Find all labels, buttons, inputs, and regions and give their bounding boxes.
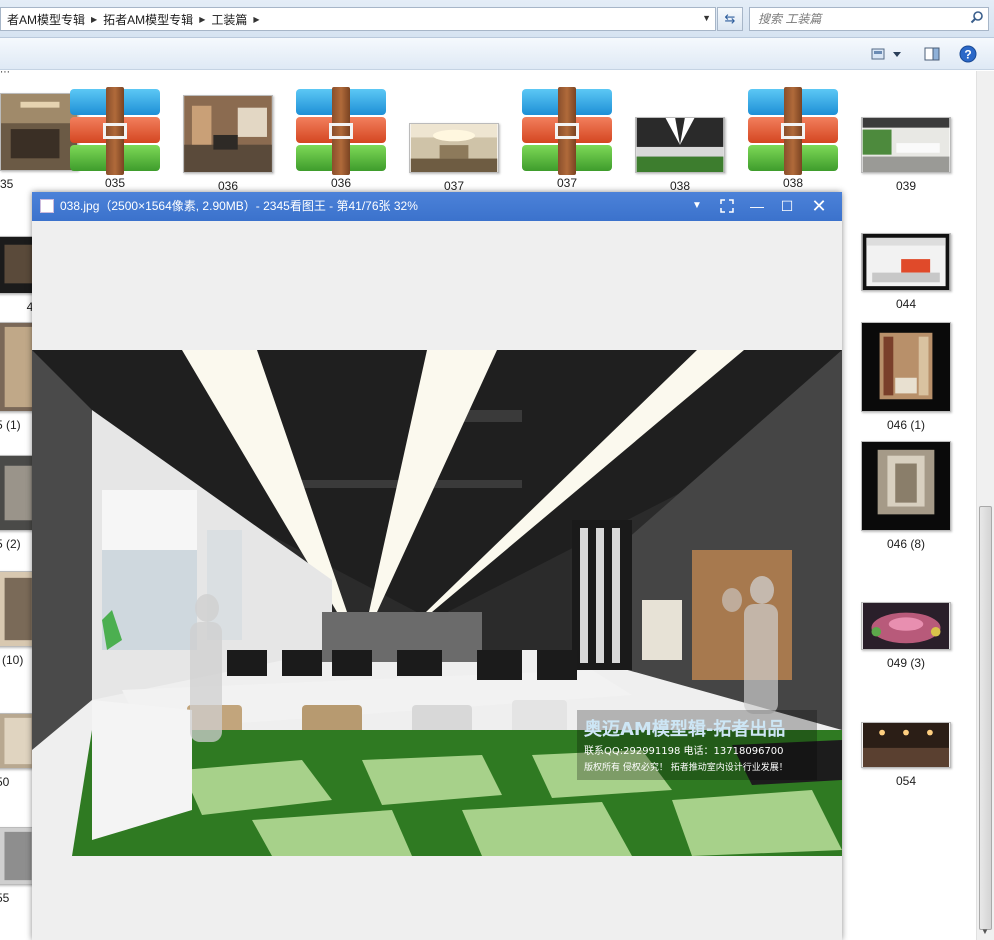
file-name: 037: [443, 179, 465, 193]
list-item[interactable]: 038: [743, 87, 843, 190]
list-item[interactable]: 039: [856, 117, 956, 193]
explorer-toolbar: ?: [0, 38, 994, 70]
file-name: 049 (3): [886, 656, 926, 670]
watermark-copyright: 版权所有 侵权必究！ 拓者推动室内设计行业发展！: [584, 761, 788, 773]
file-name: 036: [217, 179, 239, 193]
breadcrumb-segment[interactable]: 者AM模型专辑: [1, 11, 91, 28]
image-thumbnail[interactable]: [0, 322, 35, 412]
watermark-contact: 联系QQ:292991198 电话：13718096700: [584, 744, 784, 757]
image-thumbnail[interactable]: [861, 441, 951, 531]
list-item[interactable]: 037: [404, 123, 504, 193]
image-thumbnail[interactable]: [861, 602, 951, 650]
search-input[interactable]: 搜索 工装篇: [749, 7, 989, 31]
image-thumbnail[interactable]: [0, 236, 35, 294]
search-placeholder: 搜索 工装篇: [758, 12, 822, 26]
image-thumbnail[interactable]: [0, 827, 35, 885]
fullscreen-icon[interactable]: [712, 192, 742, 221]
file-name: 037: [556, 176, 578, 190]
image-thumbnail[interactable]: [0, 571, 35, 647]
help-icon[interactable]: ?: [956, 44, 980, 64]
file-name: 035: [104, 176, 126, 190]
file-name: 044: [895, 297, 917, 311]
file-name: 046 (1): [886, 418, 926, 432]
image-thumbnail[interactable]: [183, 95, 273, 173]
file-name: 054: [895, 774, 917, 788]
image-thumbnail[interactable]: [861, 322, 951, 412]
list-item[interactable]: 044: [856, 233, 956, 311]
cut-label: ⋯: [0, 71, 10, 78]
image-thumbnail[interactable]: [0, 713, 35, 769]
breadcrumb-segment[interactable]: 拓者AM模型专辑: [97, 11, 199, 28]
search-icon[interactable]: [970, 10, 984, 24]
image-thumbnail[interactable]: [635, 117, 725, 173]
archive-icon[interactable]: [70, 87, 160, 175]
file-name: 038: [669, 179, 691, 193]
explorer-address-bar: 者AM模型专辑 ▶ 拓者AM模型专辑 ▶ 工装篇 ▶ ▼ ⇆ 搜索 工装篇: [0, 0, 994, 38]
list-item[interactable]: 038: [630, 117, 730, 193]
image-thumbnail[interactable]: [0, 455, 35, 531]
list-item[interactable]: 35: [0, 93, 78, 191]
archive-icon[interactable]: [522, 87, 612, 175]
list-item[interactable]: 036: [291, 87, 391, 190]
list-item[interactable]: 049 (3): [856, 602, 956, 670]
list-item[interactable]: 046 (1): [856, 322, 956, 432]
image-viewer-window: 038.jpg（2500×1564像素, 2.90MB）- 2345看图王 - …: [32, 192, 842, 940]
list-item[interactable]: 046 (8): [856, 441, 956, 551]
minimize-icon[interactable]: —: [742, 192, 772, 221]
breadcrumb-arrow-icon[interactable]: ▶: [253, 15, 259, 24]
address-dropdown-icon[interactable]: ▼: [702, 13, 711, 23]
file-name: 039: [895, 179, 917, 193]
scrollbar-thumb[interactable]: [979, 506, 992, 930]
file-name: 35: [0, 177, 14, 191]
image-thumbnail[interactable]: [409, 123, 499, 173]
close-icon[interactable]: ✕: [804, 192, 834, 221]
list-item[interactable]: 037: [517, 87, 617, 190]
archive-icon[interactable]: [296, 87, 386, 175]
image-thumbnail[interactable]: [861, 117, 951, 173]
archive-icon[interactable]: [748, 87, 838, 175]
viewer-title: 038.jpg（2500×1564像素, 2.90MB）- 2345看图王 - …: [60, 199, 418, 213]
refresh-icon[interactable]: ⇆: [717, 7, 743, 31]
breadcrumb-segment[interactable]: 工装篇: [205, 11, 253, 28]
vertical-scrollbar[interactable]: ▼: [976, 71, 994, 940]
menu-dropdown-icon[interactable]: ▼: [682, 192, 712, 221]
preview-pane-icon[interactable]: [920, 44, 944, 64]
watermark-title: 奥迈AM模型辑-拓者出品: [584, 718, 785, 740]
list-item[interactable]: 036: [178, 95, 278, 193]
file-name: 036: [330, 176, 352, 190]
address-breadcrumb[interactable]: 者AM模型专辑 ▶ 拓者AM模型专辑 ▶ 工装篇 ▶ ▼: [0, 7, 716, 31]
view-icon[interactable]: [866, 44, 906, 64]
scroll-down-icon[interactable]: ▼: [981, 927, 989, 936]
maximize-icon[interactable]: ☐: [772, 192, 802, 221]
image-thumbnail[interactable]: [861, 722, 951, 768]
app-icon: [40, 199, 54, 213]
list-item[interactable]: 035: [65, 87, 165, 190]
image-thumbnail[interactable]: [861, 233, 951, 291]
file-name: 038: [782, 176, 804, 190]
list-item[interactable]: 054: [856, 722, 956, 788]
file-name: 046 (8): [886, 537, 926, 551]
svg-text:?: ?: [964, 48, 971, 62]
office-render-image[interactable]: 奥迈AM模型辑-拓者出品 联系QQ:292991198 电话：137180967…: [32, 350, 842, 856]
